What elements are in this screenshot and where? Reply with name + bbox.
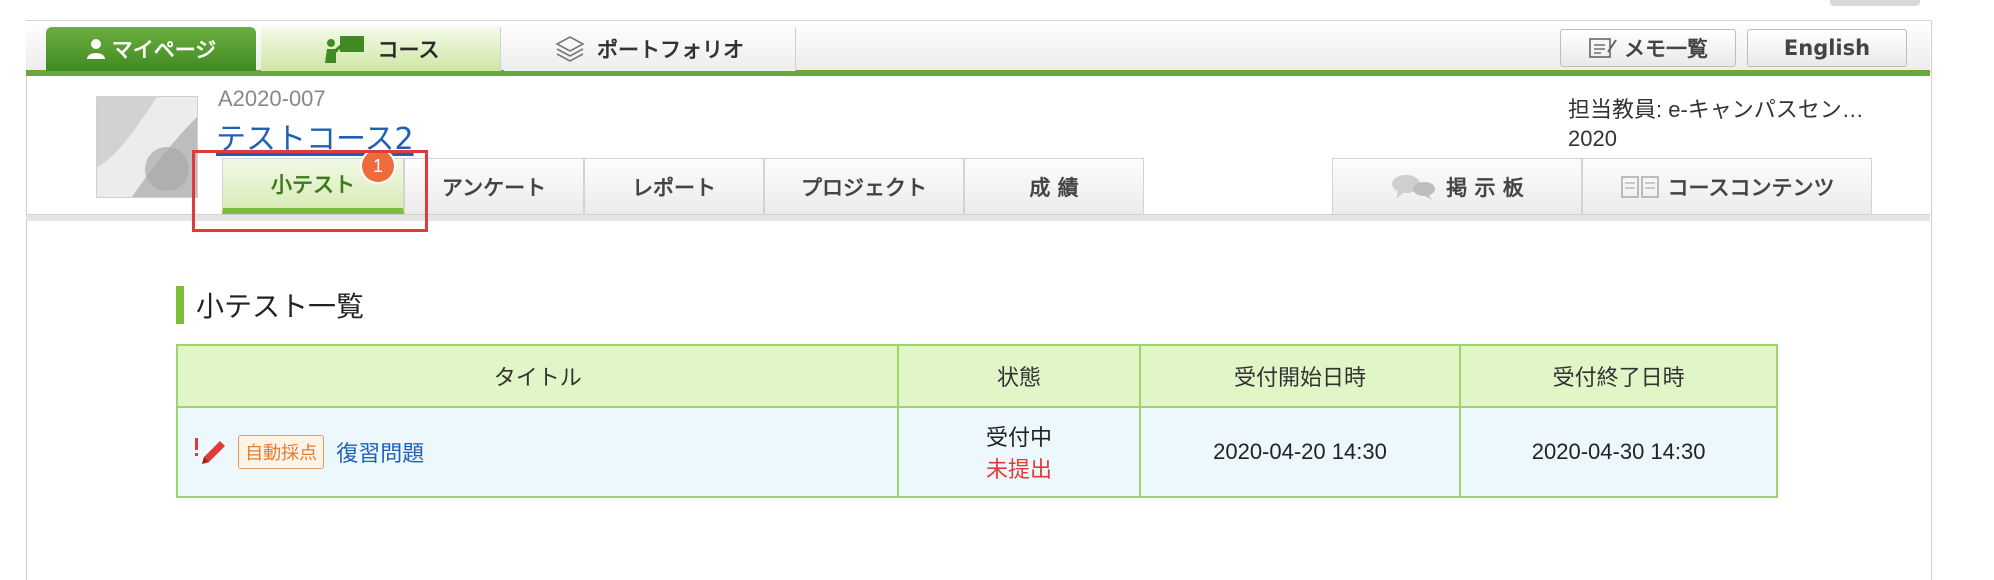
nav-mypage-tab[interactable]: マイページ	[46, 27, 256, 71]
status-text: 受付中	[986, 425, 1053, 450]
quiz-title-cell: 自動採点 復習問題	[175, 406, 900, 498]
tab-report[interactable]: レポート	[584, 158, 764, 214]
course-image-icon	[97, 97, 197, 197]
user-icon	[86, 39, 105, 59]
quiz-title-link[interactable]: 復習問題	[336, 441, 424, 466]
nav-portfolio-tab[interactable]: ポートフォリオ	[504, 27, 796, 71]
column-header-start: 受付開始日時	[1138, 344, 1462, 408]
course-thumbnail	[96, 96, 198, 198]
highlight-annotation-box	[192, 150, 428, 232]
tab-grades[interactable]: 成 績	[964, 158, 1144, 214]
nav-course-label: コース	[377, 38, 440, 62]
column-header-title: タイトル	[175, 344, 900, 408]
chat-bubbles-icon	[1392, 174, 1436, 200]
nav-portfolio-label: ポートフォリオ	[597, 38, 744, 62]
tab-course-contents[interactable]: コースコンテンツ	[1582, 158, 1872, 214]
english-label: English	[1783, 36, 1871, 60]
book-icon	[1620, 175, 1659, 198]
submission-status-text: 未提出	[986, 457, 1053, 482]
layers-icon	[555, 36, 585, 62]
quiz-end-cell: 2020-04-30 14:30	[1459, 406, 1778, 498]
table-header-row: タイトル 状態 受付開始日時 受付終了日時	[175, 344, 1778, 408]
nav-mypage-label: マイページ	[111, 38, 217, 62]
tab-board[interactable]: 掲 示 板	[1332, 158, 1582, 214]
tab-survey[interactable]: アンケート	[404, 158, 584, 214]
course-code: A2020-007	[218, 86, 326, 111]
unsubmitted-pencil-icon	[195, 438, 225, 464]
quiz-table: タイトル 状態 受付開始日時 受付終了日時 自動採点 復習問題 受付中 未提出	[175, 344, 1778, 498]
english-button[interactable]: English	[1747, 29, 1907, 67]
section-title-label: 小テスト一覧	[196, 290, 365, 323]
course-year: 2020	[1568, 126, 1617, 151]
memo-icon	[1589, 38, 1617, 58]
memo-list-button[interactable]: メモ一覧	[1560, 29, 1736, 67]
teacher-board-icon	[324, 36, 364, 63]
top-nav-bar: マイページ コース ポートフォリオ メモ一覧 English	[26, 20, 1930, 76]
quiz-start-cell: 2020-04-20 14:30	[1138, 406, 1462, 498]
section-title: 小テスト一覧	[176, 286, 364, 324]
memo-list-label: メモ一覧	[1624, 37, 1708, 61]
tab-report-label: レポート	[632, 175, 716, 200]
column-header-end: 受付終了日時	[1459, 344, 1778, 408]
tab-project[interactable]: プロジェクト	[764, 158, 964, 214]
teacher-info: 担当教員: e-キャンパスセン…	[1568, 97, 1864, 122]
nav-course-tab[interactable]: コース	[261, 27, 501, 71]
auto-grading-tag: 自動採点	[238, 435, 325, 469]
tab-board-label: 掲 示 板	[1446, 175, 1524, 200]
tab-project-label: プロジェクト	[801, 175, 927, 200]
quiz-status-cell: 受付中 未提出	[897, 406, 1141, 498]
scrollbar-thumb[interactable]	[1830, 0, 1920, 6]
table-row[interactable]: 自動採点 復習問題 受付中 未提出 2020-04-20 14:30 2020-…	[175, 406, 1778, 498]
tab-course-contents-label: コースコンテンツ	[1667, 175, 1835, 200]
column-header-status: 状態	[897, 344, 1141, 408]
tab-survey-label: アンケート	[441, 175, 547, 200]
tab-grades-label: 成 績	[1029, 175, 1079, 200]
